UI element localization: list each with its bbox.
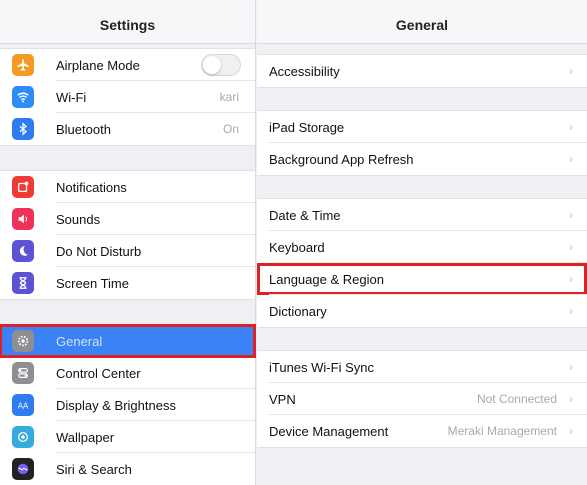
sidebar-item-screen-time[interactable]: Screen Time	[0, 267, 255, 299]
detail-item-label: Dictionary	[269, 303, 327, 319]
detail-item-label: iTunes Wi-Fi Sync	[269, 359, 374, 375]
gear-icon	[12, 330, 34, 352]
sidebar-item-wallpaper[interactable]: Wallpaper	[0, 421, 255, 453]
sidebar-item-label: Do Not Disturb	[56, 243, 142, 259]
sidebar-item-label: General	[56, 333, 103, 349]
detail-item-value: Meraki Management	[447, 424, 557, 438]
sounds-icon	[12, 208, 34, 230]
sidebar-item-label: Sounds	[56, 211, 101, 227]
notifications-icon	[12, 176, 34, 198]
detail-item-label: iPad Storage	[269, 119, 345, 135]
sidebar-item-label: Notifications	[56, 179, 127, 195]
detail-item-itunes-wi-fi-sync[interactable]: iTunes Wi-Fi Sync ›	[257, 351, 587, 383]
settings-sidebar: Settings Airplane Mode Wi-Fi kari Bluetooth…	[0, 0, 256, 485]
chevron-right-icon: ›	[569, 304, 573, 318]
sidebar-item-notifications[interactable]: Notifications	[0, 171, 255, 203]
detail-item-date-and-time[interactable]: Date & Time ›	[257, 199, 587, 231]
detail-item-label: Keyboard	[269, 239, 325, 255]
sidebar-item-label: Display & Brightness	[56, 397, 176, 413]
bluetooth-icon	[12, 118, 34, 140]
detail-item-label: Language & Region	[269, 271, 384, 287]
detail-item-label: VPN	[269, 391, 296, 407]
detail-item-label: Device Management	[269, 423, 389, 439]
sidebar-item-label: Control Center	[56, 365, 141, 381]
detail-item-value: Not Connected	[476, 392, 557, 406]
detail-item-vpn[interactable]: VPN Not Connected ›	[257, 383, 587, 415]
detail-title: General	[257, 0, 587, 44]
control-center-icon	[12, 362, 34, 384]
sidebar-list: Airplane Mode Wi-Fi kari Bluetooth On Notific…	[0, 44, 256, 485]
wifi-icon	[12, 86, 34, 108]
sidebar-item-label: Screen Time	[56, 275, 129, 291]
sidebar-title: Settings	[0, 0, 255, 44]
sidebar-item-label: Wallpaper	[56, 429, 115, 445]
detail-item-keyboard[interactable]: Keyboard ›	[257, 231, 587, 263]
sidebar-item-value: On	[222, 122, 239, 136]
sidebar-item-value: kari	[219, 90, 239, 104]
chevron-right-icon: ›	[569, 360, 573, 374]
sidebar-item-airplane-mode[interactable]: Airplane Mode	[0, 49, 255, 81]
detail-item-language-and-region[interactable]: Language & Region ›	[257, 263, 587, 295]
detail-item-background-app-refresh[interactable]: Background App Refresh ›	[257, 143, 587, 175]
chevron-right-icon: ›	[569, 152, 573, 166]
sidebar-item-sounds[interactable]: Sounds	[0, 203, 255, 235]
moon-icon	[12, 240, 34, 262]
sidebar-item-siri-and-search[interactable]: Siri & Search	[0, 453, 255, 485]
sidebar-group: General Control Center AA Display & Brightn…	[0, 324, 256, 485]
sidebar-item-label: Airplane Mode	[56, 57, 140, 73]
detail-item-ipad-storage[interactable]: iPad Storage ›	[257, 111, 587, 143]
detail-item-label: Background App Refresh	[269, 151, 414, 167]
sidebar-item-label: Wi-Fi	[56, 89, 87, 105]
sidebar-item-general[interactable]: General	[0, 324, 256, 358]
siri-icon	[12, 458, 34, 480]
detail-group: Date & Time › Keyboard › Language & Region › D…	[257, 198, 587, 328]
chevron-right-icon: ›	[569, 272, 573, 286]
hourglass-icon	[12, 272, 34, 294]
sidebar-item-control-center[interactable]: Control Center	[0, 357, 255, 389]
detail-group: iPad Storage › Background App Refresh ›	[257, 110, 587, 176]
sidebar-item-do-not-disturb[interactable]: Do Not Disturb	[0, 235, 255, 267]
sidebar-item-label: Siri & Search	[56, 461, 132, 477]
chevron-right-icon: ›	[569, 120, 573, 134]
detail-item-dictionary[interactable]: Dictionary ›	[257, 295, 587, 327]
detail-item-label: Date & Time	[269, 207, 341, 223]
sidebar-item-display-and-brightness[interactable]: AA Display & Brightness	[0, 389, 255, 421]
chevron-right-icon: ›	[569, 240, 573, 254]
detail-item-label: Accessibility	[269, 63, 340, 79]
sidebar-item-bluetooth[interactable]: Bluetooth On	[0, 113, 255, 145]
detail-list: Accessibility › iPad Storage › Background Ap…	[257, 44, 587, 448]
sidebar-item-wi-fi[interactable]: Wi-Fi kari	[0, 81, 255, 113]
sidebar-group: Airplane Mode Wi-Fi kari Bluetooth On	[0, 48, 255, 146]
sidebar-item-label: Bluetooth	[56, 121, 111, 137]
chevron-right-icon: ›	[569, 64, 573, 78]
chevron-right-icon: ›	[569, 424, 573, 438]
sidebar-group: Notifications Sounds Do Not Disturb Screen …	[0, 170, 255, 300]
chevron-right-icon: ›	[569, 392, 573, 406]
airplane-icon	[12, 54, 34, 76]
detail-group: iTunes Wi-Fi Sync › VPN Not Connected › Devic…	[257, 350, 587, 448]
wallpaper-icon	[12, 426, 34, 448]
chevron-right-icon: ›	[569, 208, 573, 222]
airplane-mode-toggle[interactable]	[201, 54, 241, 76]
detail-group: Accessibility ›	[257, 54, 587, 88]
svg-text:AA: AA	[18, 402, 29, 411]
general-detail-pane: General Accessibility › iPad Storage › Backg…	[257, 0, 587, 485]
detail-item-accessibility[interactable]: Accessibility ›	[257, 55, 587, 87]
display-icon: AA	[12, 394, 34, 416]
detail-item-device-management[interactable]: Device Management Meraki Management ›	[257, 415, 587, 447]
